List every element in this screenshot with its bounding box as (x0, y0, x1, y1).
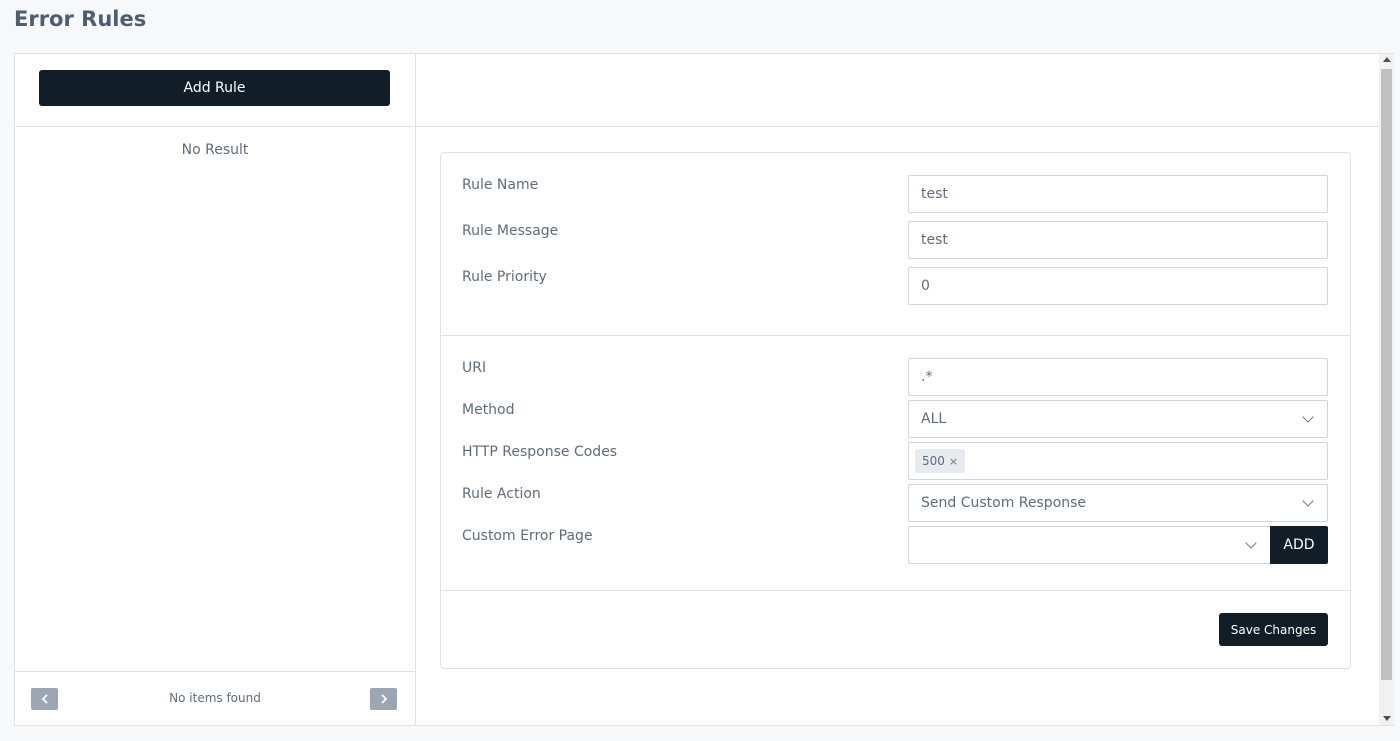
scroll-down-arrow-icon[interactable] (1383, 716, 1391, 721)
rule-priority-value: 0 (921, 278, 930, 294)
rule-name-value: test (921, 186, 948, 202)
rule-form-card: Rule Name test Rule Message test Rule Pr… (440, 152, 1351, 669)
uri-label: URI (462, 360, 487, 376)
http-codes-multiselect[interactable]: 500 × (908, 442, 1328, 480)
pagination-status: No items found (169, 691, 261, 705)
main-panel: Add Rule No Result No items found Rule N… (14, 53, 1394, 726)
rule-priority-input[interactable]: 0 (908, 267, 1328, 305)
add-rule-button[interactable]: Add Rule (39, 70, 390, 106)
rule-name-label: Rule Name (462, 177, 539, 193)
empty-list-message: No Result (181, 142, 249, 158)
save-changes-button[interactable]: Save Changes (1219, 613, 1328, 646)
footer-divider (441, 590, 1350, 591)
custom-error-page-select[interactable] (908, 526, 1271, 564)
rule-action-value: Send Custom Response (921, 495, 1087, 511)
remove-tag-icon[interactable]: × (949, 455, 958, 468)
rule-message-input[interactable]: test (908, 221, 1328, 259)
detail-header (416, 54, 1379, 127)
rule-message-label: Rule Message (462, 223, 559, 239)
rule-name-input[interactable]: test (908, 175, 1328, 213)
scroll-up-arrow-icon[interactable] (1383, 57, 1391, 62)
chevron-right-icon (380, 694, 387, 704)
chevron-down-icon (1245, 537, 1257, 549)
rules-list-header: Add Rule (15, 54, 415, 127)
uri-value: .* (921, 369, 933, 385)
http-code-tag-label: 500 (922, 454, 945, 468)
rule-priority-label: Rule Priority (462, 269, 547, 285)
rule-action-label: Rule Action (462, 486, 541, 502)
vertical-scrollbar[interactable] (1379, 54, 1394, 725)
http-codes-label: HTTP Response Codes (462, 444, 618, 460)
add-error-page-button[interactable]: ADD (1270, 526, 1328, 564)
uri-input[interactable]: .* (908, 358, 1328, 396)
custom-error-page-label: Custom Error Page (462, 528, 593, 544)
chevron-down-icon (1302, 495, 1314, 507)
rule-action-select[interactable]: Send Custom Response (908, 484, 1328, 522)
rule-message-value: test (921, 232, 948, 248)
next-page-button[interactable] (370, 688, 397, 710)
method-label: Method (462, 402, 515, 418)
pagination-bar: No items found (15, 671, 415, 725)
method-select[interactable]: ALL (908, 400, 1328, 438)
scrollbar-thumb[interactable] (1381, 69, 1392, 680)
rules-list-pane: Add Rule No Result No items found (15, 54, 416, 725)
http-code-tag: 500 × (915, 449, 966, 473)
method-value: ALL (921, 411, 947, 427)
page-title: Error Rules (14, 7, 147, 31)
chevron-down-icon (1302, 411, 1314, 423)
section-divider (441, 335, 1350, 336)
